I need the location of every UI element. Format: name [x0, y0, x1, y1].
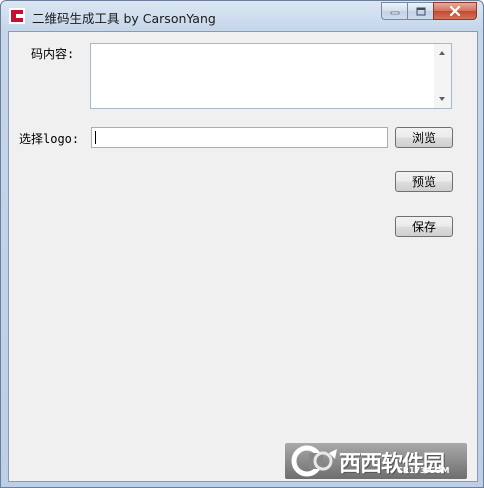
logo-label: 选择logo:: [19, 132, 80, 146]
minimize-icon: [390, 11, 399, 15]
maximize-icon: [416, 7, 425, 15]
browse-button[interactable]: 浏览: [395, 127, 453, 148]
content-textarea[interactable]: [90, 43, 452, 109]
text-caret: [95, 131, 96, 144]
minimize-button[interactable]: [381, 2, 407, 20]
caption-buttons: [381, 2, 477, 21]
scroll-down-icon[interactable]: [439, 97, 445, 101]
app-window: 二维码生成工具 by CarsonYang 码内容: 选择logo: 浏览 预览…: [0, 0, 484, 488]
logo-path-input[interactable]: [91, 127, 388, 148]
content-label: 码内容:: [31, 47, 75, 61]
window-title: 二维码生成工具 by CarsonYang: [32, 11, 216, 26]
title-bar[interactable]: 二维码生成工具 by CarsonYang: [1, 1, 483, 31]
content-scrollbar[interactable]: [434, 44, 451, 108]
watermark-url: CR173.COM: [397, 466, 450, 475]
close-button[interactable]: [433, 2, 477, 20]
save-button[interactable]: 保存: [395, 216, 453, 237]
site-watermark: 西西软件园 CR173.COM: [285, 443, 467, 479]
close-icon: [449, 6, 461, 16]
app-c-icon: [9, 8, 25, 24]
preview-button[interactable]: 预览: [395, 171, 453, 192]
watermark-logo-icon: [291, 445, 337, 477]
maximize-button[interactable]: [407, 2, 433, 20]
client-area: 码内容: 选择logo: 浏览 预览 保存 西西软件园 CR173.COM: [8, 31, 478, 482]
scroll-up-icon[interactable]: [439, 51, 445, 55]
